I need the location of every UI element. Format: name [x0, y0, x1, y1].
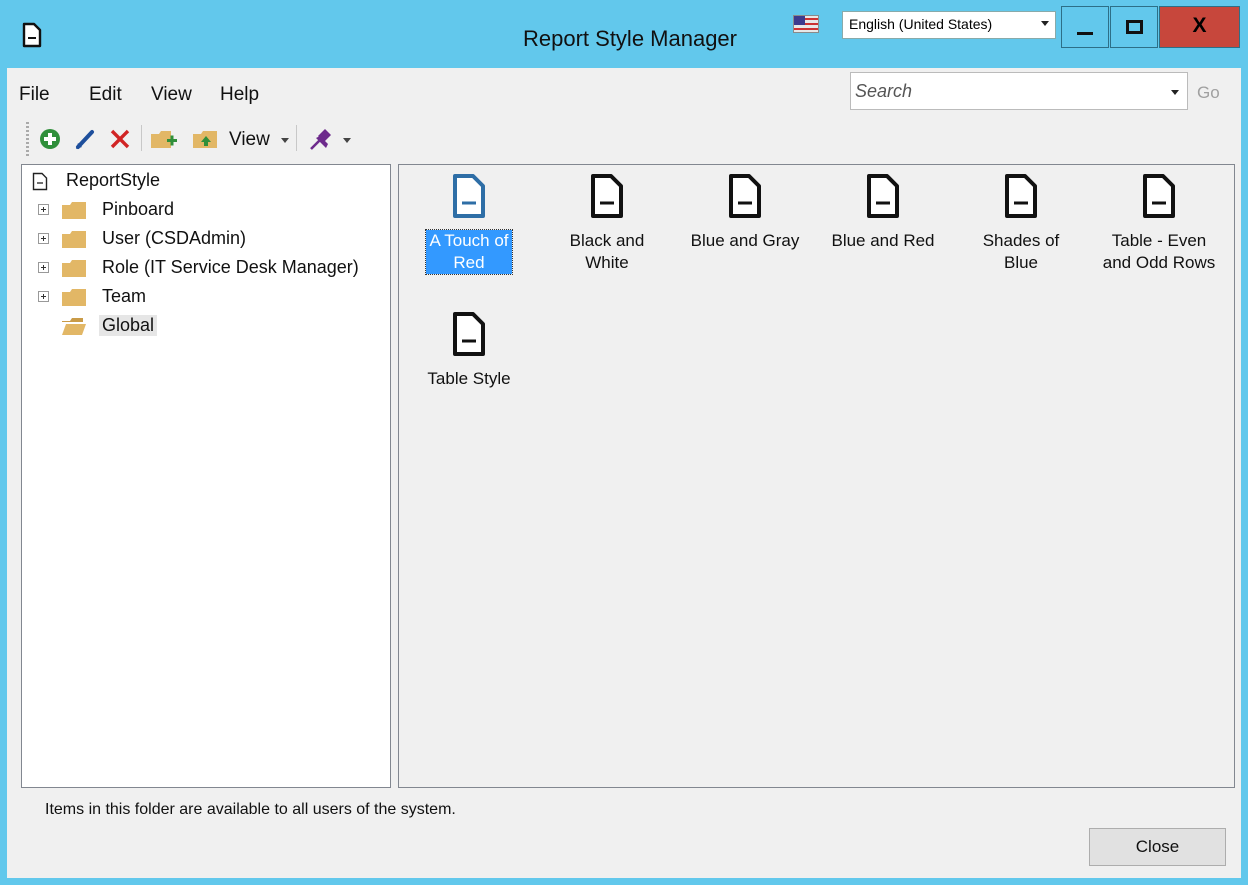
folder-tree[interactable]: ReportStyle Pinboard User (CSDAdmin) Rol…	[21, 164, 391, 788]
style-item-label: Black and White	[569, 231, 645, 272]
close-window-button[interactable]: X	[1159, 6, 1240, 48]
close-button[interactable]: Close	[1089, 828, 1226, 866]
minimize-icon	[1077, 32, 1093, 35]
menu-view[interactable]: View	[151, 84, 192, 106]
style-item-label: Blue and Gray	[690, 231, 800, 250]
pin-icon[interactable]	[307, 126, 335, 152]
minimize-button[interactable]	[1061, 6, 1109, 48]
document-icon	[1005, 174, 1037, 218]
chevron-down-icon	[1041, 21, 1049, 26]
tree-label: User (CSDAdmin)	[102, 228, 247, 248]
tree-item-user[interactable]: User (CSDAdmin)	[22, 225, 392, 253]
tree-label: Role (IT Service Desk Manager)	[102, 257, 359, 277]
style-item-blue-and-gray[interactable]: Blue and Gray	[680, 173, 810, 252]
edit-icon[interactable]	[73, 126, 99, 152]
status-message: Items in this folder are available to al…	[45, 801, 456, 818]
us-flag-icon[interactable]	[793, 15, 819, 33]
toolbar-separator	[296, 125, 297, 151]
tree-item-pinboard[interactable]: Pinboard	[22, 196, 392, 224]
report-style-manager-window: Report Style Manager English (United Sta…	[0, 0, 1248, 885]
add-icon[interactable]	[37, 126, 63, 152]
toolbar-view-label[interactable]: View	[229, 129, 270, 151]
menu-edit[interactable]: Edit	[89, 84, 122, 106]
toolbar-separator	[141, 125, 142, 151]
tree-root[interactable]: ReportStyle	[22, 167, 392, 195]
maximize-button[interactable]	[1110, 6, 1158, 48]
tree-label: Pinboard	[102, 199, 175, 219]
tree-item-global[interactable]: Global	[22, 312, 392, 340]
style-item-shades-of-blue[interactable]: Shades of Blue	[956, 173, 1086, 274]
style-item-blue-and-red[interactable]: Blue and Red	[818, 173, 948, 252]
style-item-label: Shades of Blue	[982, 231, 1060, 272]
search-input[interactable]	[855, 77, 1155, 105]
folder-icon	[62, 202, 86, 219]
language-value: English (United States)	[849, 16, 993, 32]
expand-icon[interactable]	[38, 262, 49, 273]
document-icon	[867, 174, 899, 218]
folder-icon	[62, 289, 86, 306]
style-item-label: A Touch of Red	[425, 229, 513, 275]
style-item-a-touch-of-red[interactable]: A Touch of Red	[404, 173, 534, 275]
maximize-icon	[1126, 20, 1143, 34]
language-dropdown[interactable]: English (United States)	[842, 11, 1056, 39]
tree-item-role[interactable]: Role (IT Service Desk Manager)	[22, 254, 392, 282]
style-item-table-style[interactable]: Table Style	[404, 311, 534, 390]
tree-item-team[interactable]: Team	[22, 283, 392, 311]
style-item-table-even-odd-rows[interactable]: Table - Even and Odd Rows	[1094, 173, 1224, 274]
tree-label: Team	[102, 286, 147, 306]
up-folder-icon[interactable]	[191, 126, 221, 152]
folder-icon	[62, 260, 86, 277]
document-icon	[453, 312, 485, 356]
client-area: File Edit View Help Go	[7, 68, 1241, 878]
document-icon	[729, 174, 761, 218]
document-icon	[453, 174, 485, 218]
chevron-down-icon[interactable]	[281, 138, 289, 143]
new-folder-icon[interactable]	[149, 126, 181, 152]
styles-list[interactable]: A Touch of Red Black and White Blue and Gr…	[398, 164, 1235, 788]
style-item-black-and-white[interactable]: Black and White	[542, 173, 672, 274]
expand-icon[interactable]	[38, 204, 49, 215]
tree-label: Global	[99, 315, 158, 336]
window-title: Report Style Manager	[523, 26, 737, 51]
search-combobox[interactable]	[850, 72, 1188, 110]
go-button[interactable]: Go	[1197, 83, 1220, 103]
toolbar-grip[interactable]	[26, 122, 29, 156]
title-bar[interactable]: Report Style Manager English (United Sta…	[0, 0, 1248, 68]
chevron-down-icon[interactable]	[1171, 90, 1179, 95]
expand-icon[interactable]	[38, 233, 49, 244]
chevron-down-icon[interactable]	[343, 138, 351, 143]
style-item-label: Table - Even and Odd Rows	[1102, 231, 1216, 272]
folder-icon	[62, 231, 86, 248]
menu-file[interactable]: File	[19, 84, 50, 106]
document-icon	[1143, 174, 1175, 218]
menu-help[interactable]: Help	[220, 84, 259, 106]
expand-icon[interactable]	[38, 291, 49, 302]
app-document-icon	[22, 22, 42, 48]
document-icon	[591, 174, 623, 218]
tree-label: ReportStyle	[66, 170, 161, 190]
toolbar: View	[21, 120, 441, 160]
style-item-label: Table Style	[427, 369, 511, 388]
delete-icon[interactable]	[107, 126, 133, 152]
document-icon	[32, 172, 48, 191]
open-folder-icon	[62, 318, 86, 335]
style-item-label: Blue and Red	[831, 231, 935, 250]
